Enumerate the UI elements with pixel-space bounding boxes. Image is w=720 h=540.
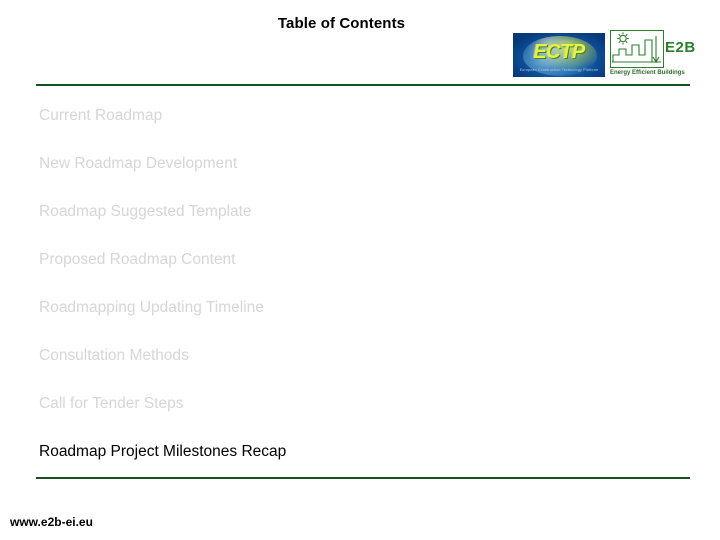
e2b-logo: E2B Energy Efficient Buildings bbox=[610, 30, 702, 82]
toc-item-proposed-roadmap-content[interactable]: Proposed Roadmap Content bbox=[39, 249, 639, 297]
building-sun-icon bbox=[610, 30, 664, 68]
ectp-logo: ECTP European Construction Technology Pl… bbox=[512, 32, 606, 78]
e2b-tagline: Energy Efficient Buildings bbox=[610, 70, 685, 76]
toc-item-roadmap-project-milestones-recap[interactable]: Roadmap Project Milestones Recap bbox=[39, 441, 639, 489]
toc-item-roadmap-suggested-template[interactable]: Roadmap Suggested Template bbox=[39, 201, 639, 249]
table-of-contents-list: Current Roadmap New Roadmap Development … bbox=[39, 105, 639, 489]
toc-item-roadmapping-updating-timeline[interactable]: Roadmapping Updating Timeline bbox=[39, 297, 639, 345]
building-sun-glyph bbox=[612, 32, 661, 64]
toc-item-consultation-methods[interactable]: Consultation Methods bbox=[39, 345, 639, 393]
logo-band: ECTP European Construction Technology Pl… bbox=[512, 30, 702, 82]
ectp-subtext: European Construction Technology Platfor… bbox=[519, 68, 599, 72]
footer-url[interactable]: www.e2b-ei.eu bbox=[10, 515, 93, 530]
toc-item-call-for-tender-steps[interactable]: Call for Tender Steps bbox=[39, 393, 639, 441]
ectp-wordmark: ECTP bbox=[533, 41, 585, 63]
e2b-wordmark: E2B bbox=[665, 39, 696, 56]
toc-item-current-roadmap[interactable]: Current Roadmap bbox=[39, 105, 639, 153]
divider-top bbox=[36, 84, 690, 86]
toc-item-new-roadmap-development[interactable]: New Roadmap Development bbox=[39, 153, 639, 201]
